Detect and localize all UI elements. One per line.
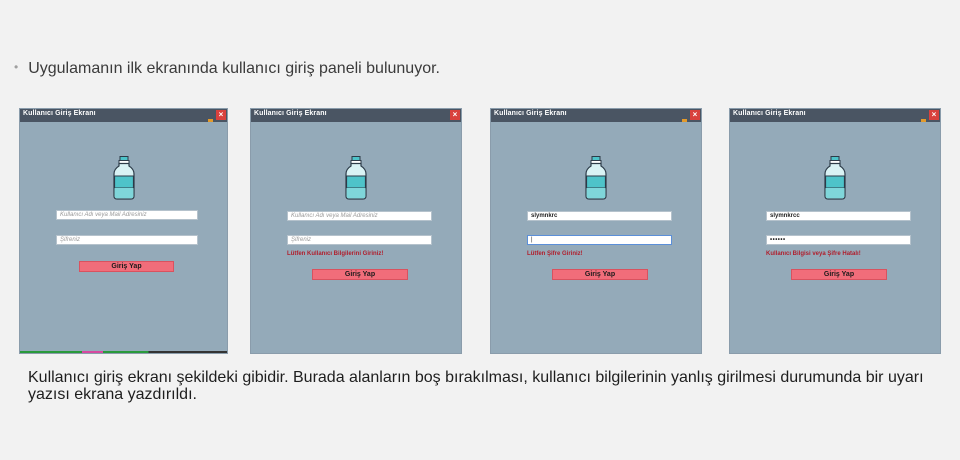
password-input[interactable]: | [527,235,672,245]
close-icon[interactable]: × [690,110,700,120]
login-button[interactable]: Giriş Yap [791,269,887,280]
water-bottle-icon [824,156,846,200]
login-window-2: Kullanıcı Giriş Ekranı × Kullanıcı Adı v… [251,109,461,353]
title-accent [921,119,926,122]
title-accent [682,119,687,122]
screen-artifact-streak [20,351,227,353]
username-input[interactable]: slymnkrcc [766,211,911,221]
warning-message: Lütfen Kullanıcı Bilgilerini Giriniz! [287,251,384,257]
title-bar: Kullanıcı Giriş Ekranı × [251,109,461,122]
bullet-dot-icon: • [14,60,19,74]
password-input[interactable]: Şifreniz [56,235,198,245]
username-input[interactable]: Kullanıcı Adı veya Mail Adresiniz [56,210,198,220]
password-input[interactable]: •••••• [766,235,911,245]
water-bottle-icon [345,156,367,200]
close-icon[interactable]: × [216,110,226,120]
window-title: Kullanıcı Giriş Ekranı [254,110,327,117]
login-window-4: Kullanıcı Giriş Ekranı × slymnkrcc •••••… [730,109,940,353]
login-button[interactable]: Giriş Yap [552,269,648,280]
title-accent [208,119,213,122]
login-button[interactable]: Giriş Yap [79,261,174,272]
username-input[interactable]: slymnkrc [527,211,672,221]
password-input[interactable]: Şifreniz [287,235,432,245]
bullet-text: Uygulamanın ilk ekranında kullanıcı giri… [28,60,440,77]
login-button[interactable]: Giriş Yap [312,269,408,280]
caption-text: Kullanıcı giriş ekranı şekildeki gibidir… [28,369,924,403]
warning-message: Lütfen Şifre Giriniz! [527,251,583,257]
username-input[interactable]: Kullanıcı Adı veya Mail Adresiniz [287,211,432,221]
bullet-point: • Uygulamanın ilk ekranında kullanıcı gir… [14,60,440,78]
warning-message: Kullanıcı Bilgisi veya Şifre Hatalı! [766,251,861,257]
close-icon[interactable]: × [929,110,939,120]
login-window-1: Kullanıcı Giriş Ekranı × Kullanıcı Adı v… [20,109,227,353]
title-bar: Kullanıcı Giriş Ekranı × [20,109,227,122]
water-bottle-icon [585,156,607,200]
water-bottle-icon [112,156,135,200]
login-window-3: Kullanıcı Giriş Ekranı × slymnkrc | Lütf… [491,109,701,353]
close-icon[interactable]: × [450,110,460,120]
window-title: Kullanıcı Giriş Ekranı [494,110,567,117]
window-title: Kullanıcı Giriş Ekranı [733,110,806,117]
title-bar: Kullanıcı Giriş Ekranı × [491,109,701,122]
window-title: Kullanıcı Giriş Ekranı [23,110,96,117]
title-bar: Kullanıcı Giriş Ekranı × [730,109,940,122]
